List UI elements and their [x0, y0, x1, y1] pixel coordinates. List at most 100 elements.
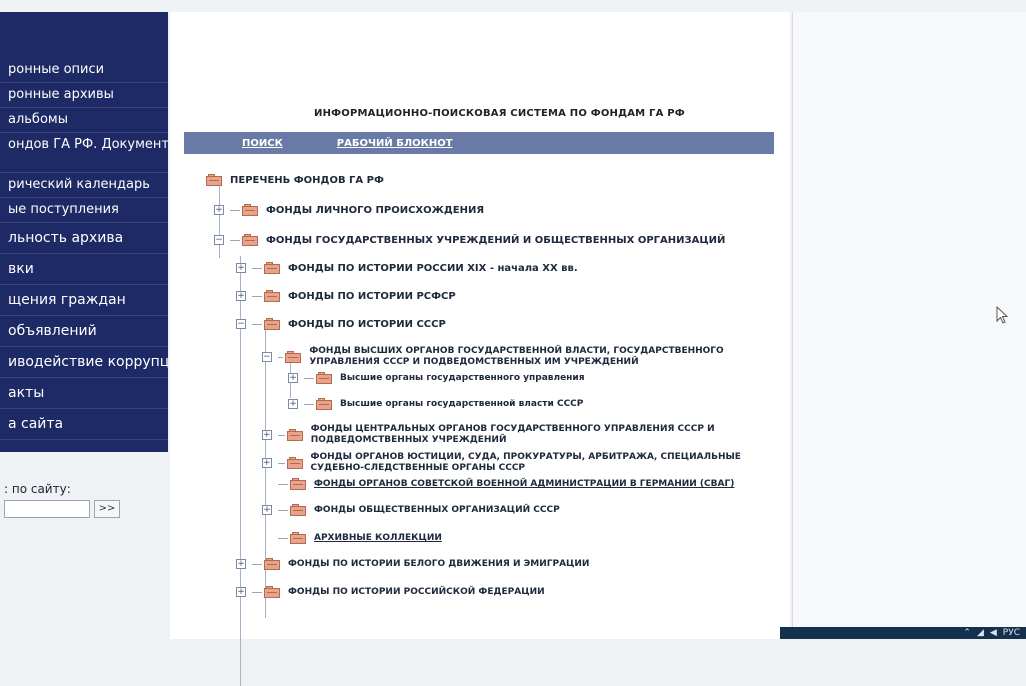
tree-archival[interactable]: АРХИВНЫЕ КОЛЛЕКЦИИ — [278, 532, 442, 544]
network-icon[interactable]: ◢ — [977, 627, 984, 639]
sidebar-item-new-arrivals[interactable]: ые поступления — [0, 198, 168, 223]
tree-label-rf: ФОНДЫ ПО ИСТОРИИ РОССИЙСКОЙ ФЕДЕРАЦИИ — [288, 587, 545, 597]
site-search: : по сайту: >> — [4, 482, 164, 518]
sidebar-item-announcements[interactable]: объявлений — [0, 316, 168, 347]
expand-icon[interactable]: + — [262, 430, 272, 440]
tree-connector — [278, 509, 288, 511]
tree-connector — [230, 239, 240, 241]
tree-connector — [278, 537, 288, 539]
folder-icon — [264, 290, 280, 302]
folder-open-icon — [242, 234, 258, 246]
expand-icon[interactable]: + — [262, 458, 272, 468]
site-search-button[interactable]: >> — [94, 500, 120, 518]
expand-icon[interactable]: + — [236, 291, 246, 301]
nav-search-link[interactable]: ПОИСК — [242, 138, 283, 149]
folder-icon — [286, 429, 303, 441]
tree-state[interactable]: − ФОНДЫ ГОСУДАРСТВЕННЫХ УЧРЕЖДЕНИЙ И ОБЩ… — [214, 234, 725, 246]
tree-white-movement[interactable]: + ФОНДЫ ПО ИСТОРИИ БЕЛОГО ДВИЖЕНИЯ И ЭМИ… — [236, 558, 589, 570]
tree-connector — [277, 462, 285, 464]
sidebar-item-albums[interactable]: альбомы — [0, 108, 168, 133]
site-search-input[interactable] — [4, 500, 90, 518]
expand-icon[interactable]: + — [288, 399, 298, 409]
expand-icon[interactable]: + — [288, 373, 298, 383]
tree-label-white-movement: ФОНДЫ ПО ИСТОРИИ БЕЛОГО ДВИЖЕНИЯ И ЭМИГР… — [288, 559, 590, 569]
tree-label-rsfsr: ФОНДЫ ПО ИСТОРИИ РСФСР — [288, 290, 456, 302]
folder-icon — [290, 532, 306, 544]
tree-justice[interactable]: + ФОНДЫ ОРГАНОВ ЮСТИЦИИ, СУДА, ПРОКУРАТУ… — [262, 452, 762, 474]
system-tray: ⌃ ◢ ◀ РУС — [963, 627, 1020, 639]
taskbar: ⌃ ◢ ◀ РУС — [780, 627, 1026, 639]
folder-icon — [242, 204, 258, 216]
sidebar-item-documents[interactable]: ондов ГА РФ. Документы етельствуют... — [0, 133, 168, 173]
tree-rsfsr[interactable]: + ФОНДЫ ПО ИСТОРИИ РСФСР — [236, 290, 456, 302]
tree-central-bodies[interactable]: + ФОНДЫ ЦЕНТРАЛЬНЫХ ОРГАНОВ ГОСУДАРСТВЕН… — [262, 424, 742, 446]
tree-connector — [252, 267, 262, 269]
chevron-up-icon[interactable]: ⌃ — [963, 627, 971, 639]
folder-icon — [316, 372, 332, 384]
tree-label-central-bodies: ФОНДЫ ЦЕНТРАЛЬНЫХ ОРГАНОВ ГОСУДАРСТВЕННО… — [310, 424, 715, 445]
main-content: ИНФОРМАЦИОННО-ПОИСКОВАЯ СИСТЕМА ПО ФОНДА… — [170, 12, 790, 686]
tree-russia-19-20[interactable]: + ФОНДЫ ПО ИСТОРИИ РОССИИ XIX - начала X… — [236, 262, 578, 274]
folder-icon — [290, 478, 306, 490]
tree-label-ussr: ФОНДЫ ПО ИСТОРИИ СССР — [288, 318, 446, 330]
sidebar-item-activity[interactable]: льность архива — [0, 223, 168, 254]
tree-connector — [252, 591, 262, 593]
tree-connector — [277, 356, 284, 358]
folder-icon — [264, 558, 280, 570]
sidebar-item-sitemap[interactable]: а сайта — [0, 409, 168, 440]
tree-ussr[interactable]: − ФОНДЫ ПО ИСТОРИИ СССР — [236, 318, 446, 330]
tree-label-higher-power: Высшие органы государственной власти ССС… — [340, 399, 584, 409]
collapse-icon[interactable]: − — [236, 319, 246, 329]
sidebar-top-gap — [0, 12, 168, 58]
tree-personal[interactable]: + ФОНДЫ ЛИЧНОГО ПРОИСХОЖДЕНИЯ — [214, 204, 484, 216]
site-search-label: : по сайту: — [4, 482, 71, 496]
expand-icon[interactable]: + — [214, 205, 224, 215]
folder-icon — [264, 262, 280, 274]
nav-notebook-link[interactable]: РАБОЧИЙ БЛОКНОТ — [337, 138, 453, 149]
sidebar-item-calendar[interactable]: рический календарь — [0, 173, 168, 198]
language-indicator[interactable]: РУС — [1003, 627, 1020, 639]
tree-higher-management[interactable]: + Высшие органы государственного управле… — [288, 372, 584, 384]
speaker-icon[interactable]: ◀ — [990, 627, 997, 639]
tree-higher-bodies[interactable]: − ФОНДЫ ВЫСШИХ ОРГАНОВ ГОСУДАРСТВЕННОЙ В… — [262, 346, 742, 368]
tree-connector — [252, 563, 262, 565]
expand-icon[interactable]: + — [236, 263, 246, 273]
tree-public-orgs[interactable]: + ФОНДЫ ОБЩЕСТВЕННЫХ ОРГАНИЗАЦИЙ СССР — [262, 504, 560, 516]
tree-label-higher-management: Высшие органы государственного управлени… — [340, 373, 585, 383]
collapse-icon[interactable]: − — [214, 235, 224, 245]
sidebar-item-exhibitions[interactable]: вки — [0, 254, 168, 285]
tree-line-root — [219, 180, 220, 258]
mouse-cursor-icon — [996, 306, 1009, 324]
tree-connector — [304, 377, 314, 379]
tree-connector — [252, 295, 262, 297]
sidebar-item-inventories[interactable]: ронные описи — [0, 58, 168, 83]
tree-connector — [252, 323, 262, 325]
collapse-icon[interactable]: − — [262, 352, 272, 362]
tree-svag[interactable]: ФОНДЫ ОРГАНОВ СОВЕТСКОЙ ВОЕННОЙ АДМИНИСТ… — [278, 478, 734, 490]
expand-icon[interactable]: + — [236, 559, 246, 569]
folder-icon — [286, 457, 303, 469]
tree-label-higher-bodies: ФОНДЫ ВЫСШИХ ОРГАНОВ ГОСУДАРСТВЕННОЙ ВЛА… — [309, 346, 724, 367]
tree-label-justice: ФОНДЫ ОРГАНОВ ЮСТИЦИИ, СУДА, ПРОКУРАТУРЫ… — [310, 452, 741, 473]
sidebar-nav: ронные описи ронные архивы альбомы ондов… — [0, 12, 168, 452]
sidebar-item-anticorruption[interactable]: иводействие коррупции — [0, 347, 168, 378]
expand-icon[interactable]: + — [262, 505, 272, 515]
folder-open-icon — [285, 351, 302, 363]
sidebar-item-contacts[interactable]: акты — [0, 378, 168, 409]
sidebar-item-archives[interactable]: ронные архивы — [0, 83, 168, 108]
tree-label-svag: ФОНДЫ ОРГАНОВ СОВЕТСКОЙ ВОЕННОЙ АДМИНИСТ… — [314, 479, 735, 489]
folder-open-icon — [264, 318, 280, 330]
system-title: ИНФОРМАЦИОННО-ПОИСКОВАЯ СИСТЕМА ПО ФОНДА… — [314, 108, 685, 119]
tree-higher-power[interactable]: + Высшие органы государственной власти С… — [288, 398, 583, 410]
tree-rf[interactable]: + ФОНДЫ ПО ИСТОРИИ РОССИЙСКОЙ ФЕДЕРАЦИИ — [236, 586, 545, 598]
top-nav-bar: ПОИСК РАБОЧИЙ БЛОКНОТ — [184, 132, 774, 154]
tree-connector — [304, 403, 314, 405]
tree-label-public-orgs: ФОНДЫ ОБЩЕСТВЕННЫХ ОРГАНИЗАЦИЙ СССР — [314, 505, 560, 515]
sidebar-item-appeals[interactable]: щения граждан — [0, 285, 168, 316]
tree-root[interactable]: ПЕРЕЧЕНЬ ФОНДОВ ГА РФ — [206, 174, 384, 186]
right-pane — [792, 12, 1026, 627]
expand-icon[interactable]: + — [236, 587, 246, 597]
folder-icon — [264, 586, 280, 598]
folder-icon — [316, 398, 332, 410]
tree-connector — [277, 434, 285, 436]
